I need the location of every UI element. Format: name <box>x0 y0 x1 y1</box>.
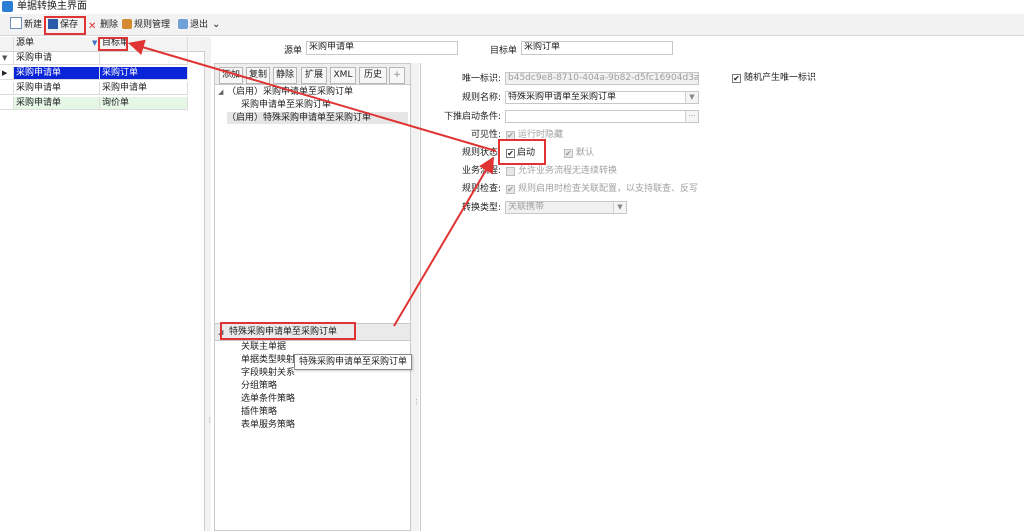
annotation-arrows <box>128 39 497 327</box>
arrow-to-target-column <box>128 39 497 152</box>
arrow-to-status <box>393 156 495 327</box>
